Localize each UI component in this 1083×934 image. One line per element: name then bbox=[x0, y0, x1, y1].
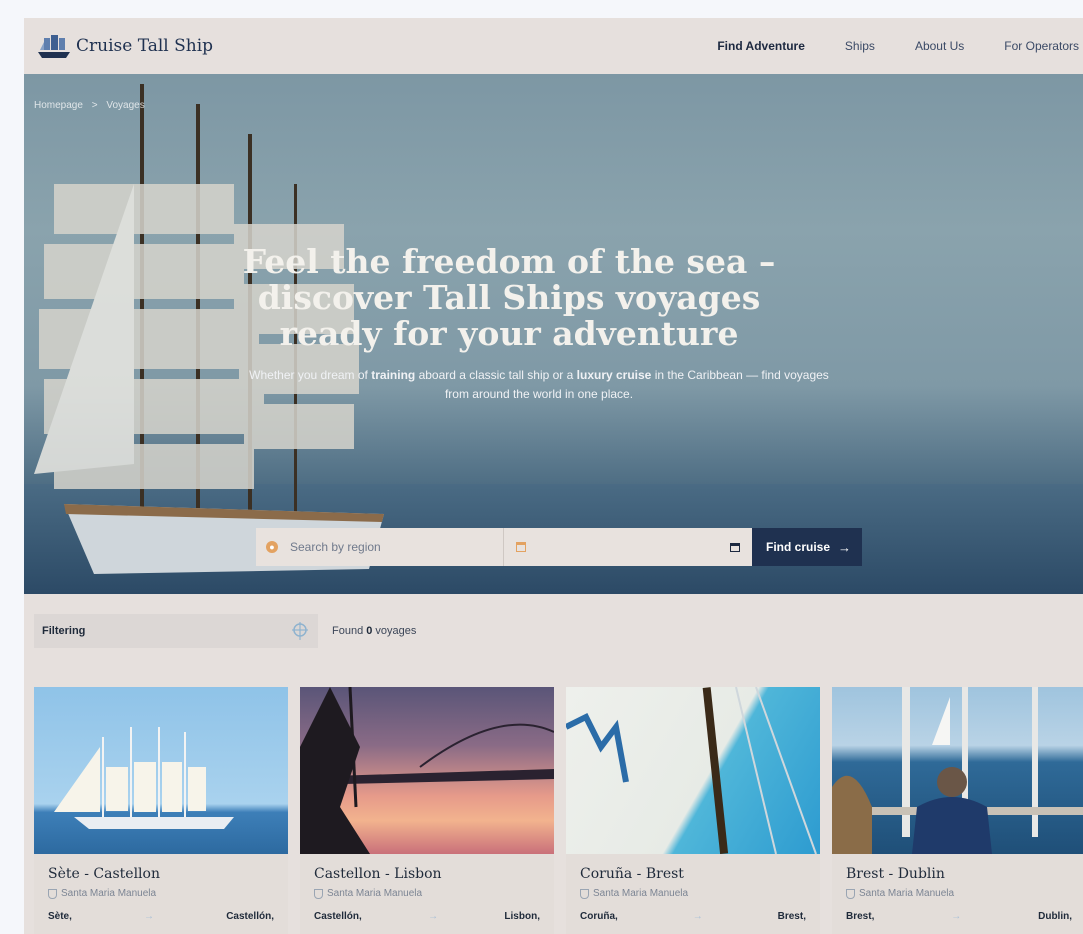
site-header: Cruise Tall Ship Find Adventure Ships Ab… bbox=[24, 18, 1083, 74]
voyage-ship-name: Santa Maria Manuela bbox=[327, 888, 423, 899]
brand-name: Cruise Tall Ship bbox=[76, 36, 214, 56]
find-cruise-button[interactable]: Find cruise → bbox=[752, 528, 862, 566]
breadcrumb-separator: > bbox=[91, 100, 98, 111]
voyage-title: Sète - Castellon bbox=[48, 866, 160, 882]
voyage-card[interactable]: Castellon - Lisbon Santa Maria Manuela C… bbox=[300, 687, 554, 934]
voyage-ship[interactable]: Santa Maria Manuela bbox=[580, 888, 820, 899]
calendar-picker-icon[interactable] bbox=[730, 542, 740, 552]
voyage-ship[interactable]: Santa Maria Manuela bbox=[48, 888, 288, 899]
route-arrow-icon: → bbox=[428, 911, 439, 922]
main-nav: Find Adventure Ships About Us For Operat… bbox=[717, 18, 1083, 74]
anchor-icon bbox=[846, 888, 855, 899]
filter-label: Filtering bbox=[42, 625, 86, 637]
nav-for-operators[interactable]: For Operators bbox=[1004, 39, 1079, 53]
route-to: Brest, bbox=[777, 911, 806, 922]
find-cruise-label: Find cruise bbox=[766, 540, 831, 554]
hero-subtitle: Whether you dream of training aboard a c… bbox=[239, 366, 839, 404]
anchor-icon bbox=[48, 888, 57, 899]
voyage-ship-name: Santa Maria Manuela bbox=[859, 888, 955, 899]
calendar-icon bbox=[516, 542, 526, 552]
voyage-route: Castellón, → Lisbon, bbox=[314, 911, 540, 922]
route-from: Castellón, bbox=[314, 911, 362, 922]
voyage-title: Brest - Dublin bbox=[846, 866, 945, 882]
route-arrow-icon: → bbox=[144, 911, 155, 922]
route-from: Coruña, bbox=[580, 911, 618, 922]
voyage-image bbox=[566, 687, 820, 854]
voyage-route: Coruña, → Brest, bbox=[580, 911, 806, 922]
voyage-title: Castellon - Lisbon bbox=[314, 866, 442, 882]
voyage-card[interactable]: Coruña - Brest Santa Maria Manuela Coruñ… bbox=[566, 687, 820, 934]
voyage-route: Brest, → Dublin, bbox=[846, 911, 1072, 922]
voyage-ship-name: Santa Maria Manuela bbox=[593, 888, 689, 899]
ship-logo-icon bbox=[38, 35, 70, 58]
route-arrow-icon: → bbox=[951, 911, 962, 922]
hero-sub-training: training bbox=[371, 368, 416, 382]
hero-sub-text: Whether you dream of bbox=[249, 368, 372, 382]
filter-toggle[interactable]: Filtering bbox=[34, 614, 318, 648]
voyage-route: Sète, → Castellón, bbox=[48, 911, 274, 922]
voyage-ship[interactable]: Santa Maria Manuela bbox=[314, 888, 554, 899]
route-to: Lisbon, bbox=[504, 911, 540, 922]
arrow-right-icon: → bbox=[838, 539, 852, 555]
route-to: Dublin, bbox=[1038, 911, 1072, 922]
date-input[interactable] bbox=[504, 528, 752, 566]
route-arrow-icon: → bbox=[692, 911, 703, 922]
filter-ship-wheel-icon bbox=[292, 622, 308, 640]
brand-logo[interactable]: Cruise Tall Ship bbox=[36, 32, 213, 60]
voyage-card[interactable]: Sète - Castellon Santa Maria Manuela Sèt… bbox=[34, 687, 288, 934]
voyage-image bbox=[300, 687, 554, 854]
search-bar: ● Search by region Find cruise → bbox=[256, 528, 862, 566]
hero-banner: Homepage > Voyages Feel the freedom of t… bbox=[24, 74, 1083, 594]
voyage-card[interactable]: Brest - Dublin Santa Maria Manuela Brest… bbox=[832, 687, 1083, 934]
route-from: Brest, bbox=[846, 911, 875, 922]
voyage-ship-name: Santa Maria Manuela bbox=[61, 888, 157, 899]
route-from: Sète, bbox=[48, 911, 72, 922]
results-prefix: Found bbox=[332, 625, 367, 637]
results-suffix: voyages bbox=[372, 625, 417, 637]
breadcrumb-current: Voyages bbox=[106, 100, 145, 111]
nav-ships[interactable]: Ships bbox=[845, 39, 875, 53]
breadcrumb-home[interactable]: Homepage bbox=[34, 100, 83, 111]
page-frame: Cruise Tall Ship Find Adventure Ships Ab… bbox=[24, 18, 1083, 934]
nav-find-adventure[interactable]: Find Adventure bbox=[717, 39, 805, 53]
location-pin-icon: ● bbox=[266, 541, 278, 553]
nav-about-us[interactable]: About Us bbox=[915, 39, 964, 53]
hero-sub-text: aboard a classic tall ship or a bbox=[415, 368, 577, 382]
route-to: Castellón, bbox=[226, 911, 274, 922]
region-placeholder: Search by region bbox=[290, 540, 381, 554]
voyage-image bbox=[34, 687, 288, 854]
anchor-icon bbox=[314, 888, 323, 899]
breadcrumb: Homepage > Voyages bbox=[34, 100, 151, 111]
voyage-ship[interactable]: Santa Maria Manuela bbox=[846, 888, 1083, 899]
hero-sub-luxury: luxury cruise bbox=[576, 368, 652, 382]
anchor-icon bbox=[580, 888, 589, 899]
results-count: Found 0 voyages bbox=[332, 625, 416, 637]
voyage-title: Coruña - Brest bbox=[580, 866, 684, 882]
hero-title: Feel the freedom of the sea – discover T… bbox=[242, 242, 776, 353]
voyage-image bbox=[832, 687, 1083, 854]
region-search-input[interactable]: ● Search by region bbox=[256, 528, 504, 566]
